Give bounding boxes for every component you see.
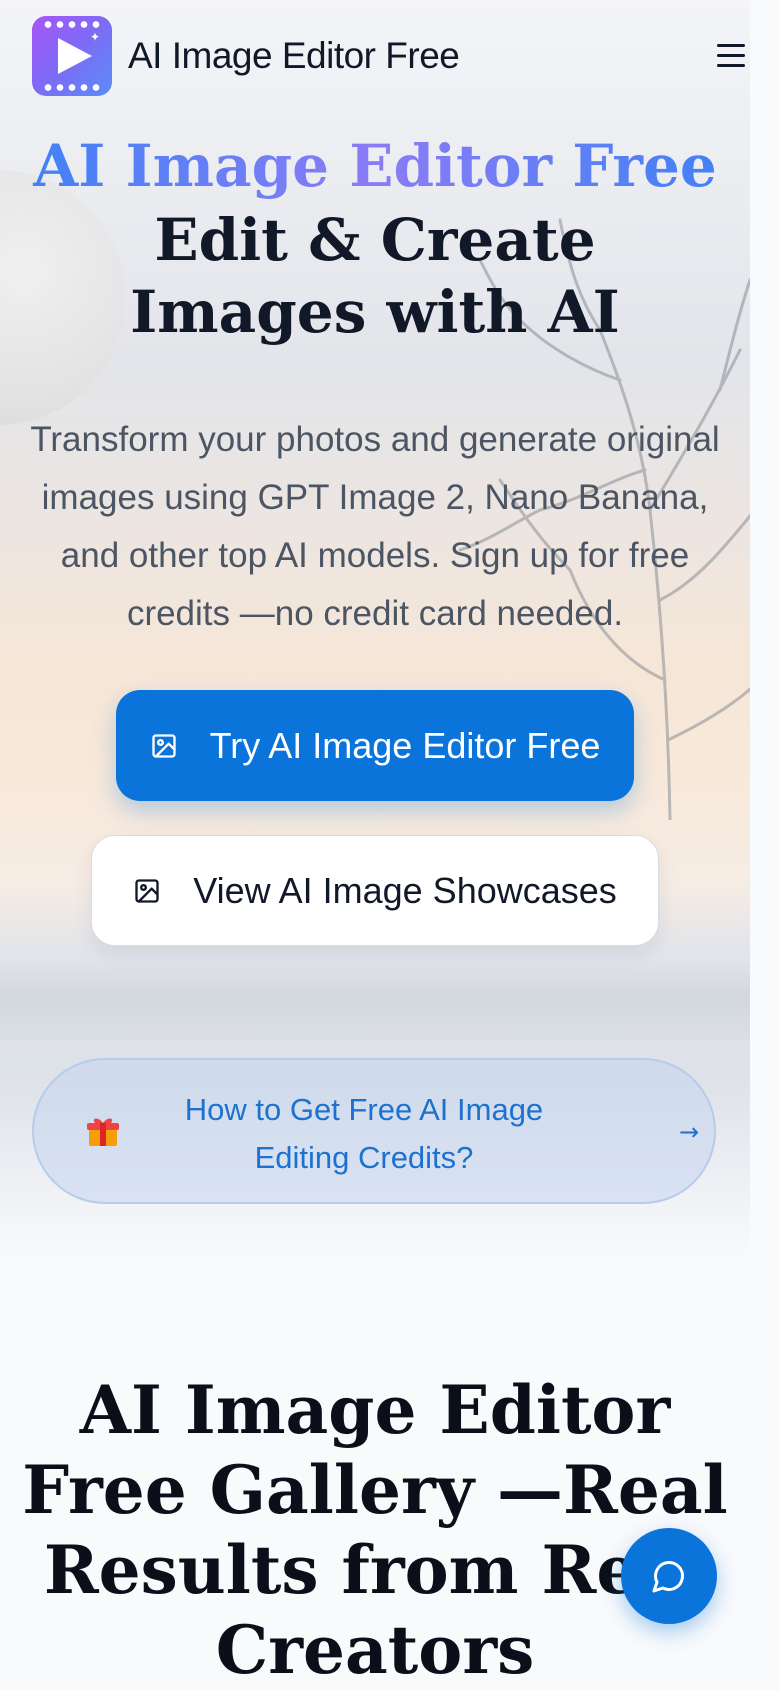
try-editor-button[interactable]: Try AI Image Editor Free (116, 690, 634, 801)
chat-bubble-icon (652, 1560, 685, 1593)
arrow-right-icon: → (679, 1118, 700, 1146)
free-credits-link[interactable]: How to Get Free AI Image Editing Credits… (32, 1058, 716, 1204)
image-icon (135, 878, 159, 903)
free-credits-text: How to Get Free AI Image Editing Credits… (184, 1092, 544, 1175)
hero-title-highlight: AI Image Editor Free (0, 128, 750, 204)
hero-title-line-3: Images with AI (130, 278, 620, 346)
treeline-background (0, 960, 750, 1040)
hero-subtitle: Transform your photos and generate origi… (30, 420, 720, 633)
gift-icon (87, 1118, 119, 1146)
image-icon (151, 733, 176, 758)
gallery-section-title: AI Image Editor Free Gallery —Real Resul… (22, 1371, 728, 1689)
brand-name[interactable]: AI Image Editor Free (128, 33, 460, 79)
hamburger-menu-icon[interactable] (712, 38, 752, 74)
hero-title: AI Image Editor Free Edit & Create Image… (0, 128, 750, 348)
hero-title-line-2: Edit & Create (154, 206, 596, 274)
view-showcases-button-label: View AI Image Showcases (193, 869, 617, 911)
try-editor-button-label: Try AI Image Editor Free (209, 724, 601, 766)
site-header: ✦ AI Image Editor Free (0, 0, 780, 112)
view-showcases-button[interactable]: View AI Image Showcases (91, 835, 659, 946)
chat-button[interactable] (621, 1528, 717, 1624)
play-video-icon[interactable]: ✦ (32, 16, 112, 96)
